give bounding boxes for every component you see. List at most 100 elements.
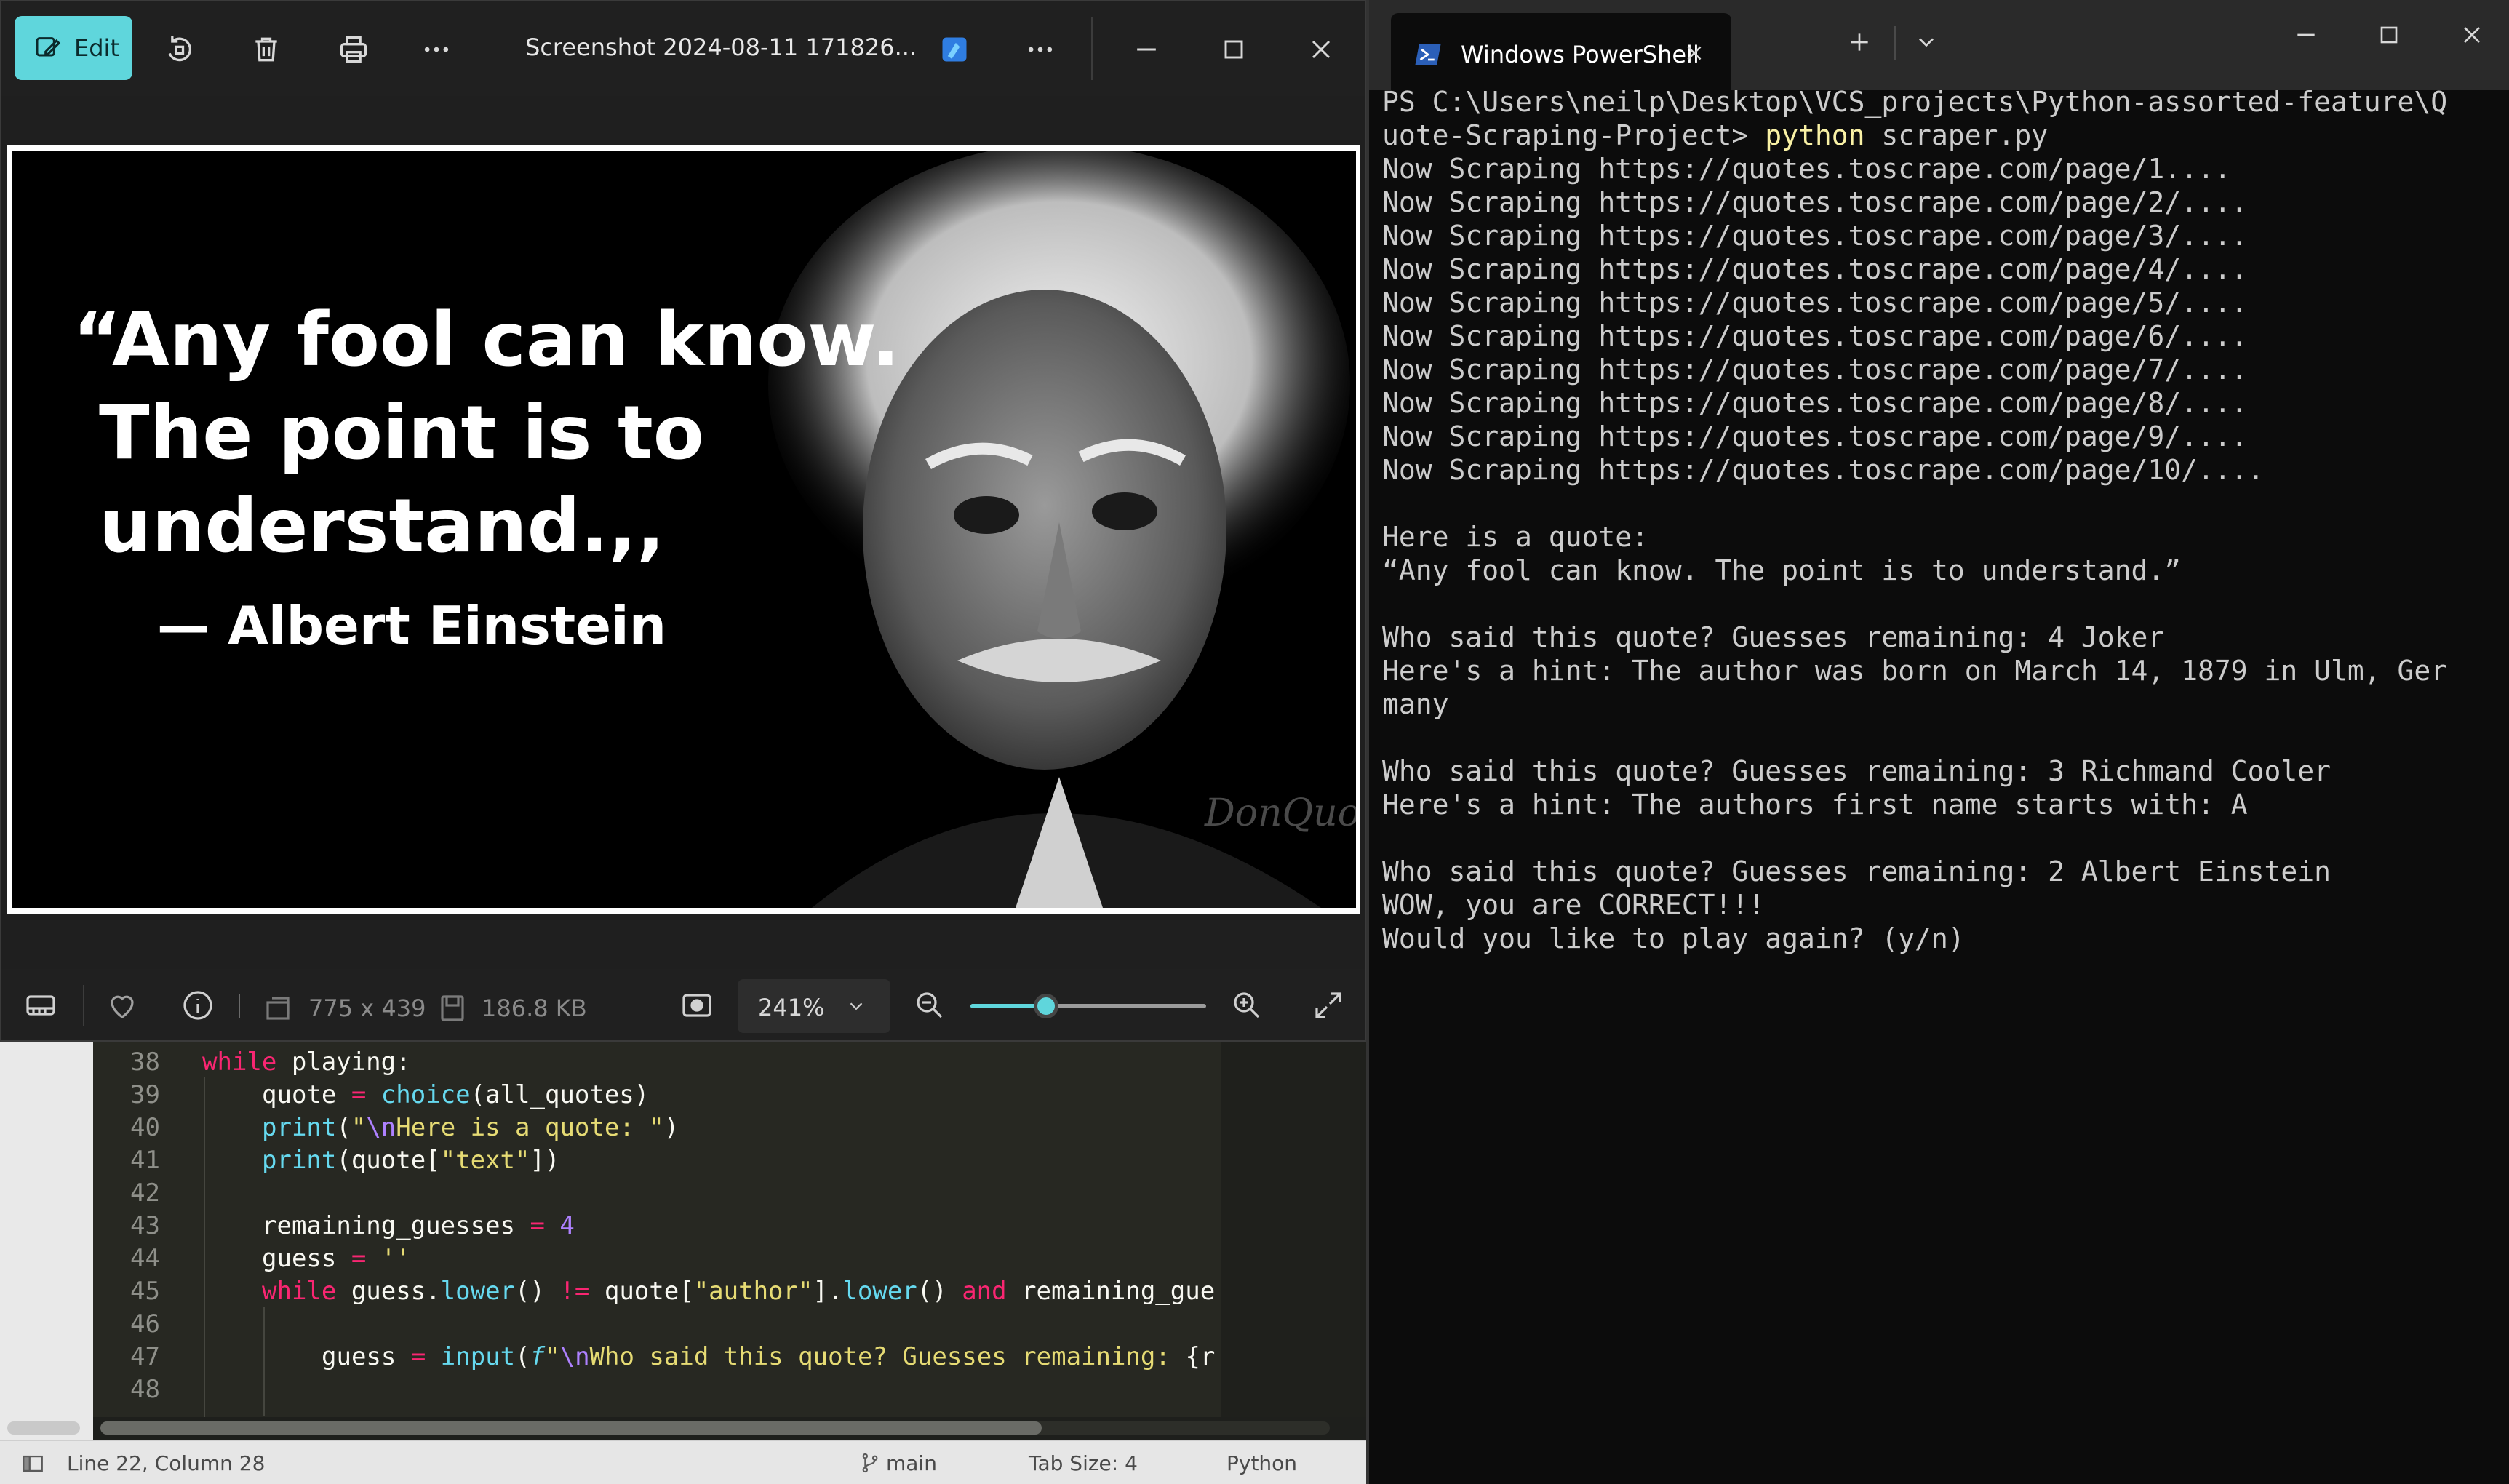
quote-line: understand.,, [99,483,665,570]
sidebar-toggle-icon[interactable] [20,1451,45,1476]
einstein-quote-image: “Any fool can know. The point is to unde… [12,151,1356,908]
code-token: ( [515,1342,530,1371]
fullscreen-icon[interactable] [1311,988,1346,1023]
minimap[interactable] [1221,1042,1366,1417]
terminal-line: Here is a quote: [1382,521,1649,553]
image-canvas: “Any fool can know. The point is to unde… [7,145,1360,914]
line-number: 47 [130,1342,160,1371]
powershell-window: Windows PowerShell PS C:\Users\neilp\Des… [1366,0,2509,1484]
code-token: = [410,1342,426,1371]
terminal-line: Now Scraping https://quotes.toscrape.com… [1382,186,2248,218]
tab-powershell[interactable]: Windows PowerShell [1391,13,1731,90]
print-icon[interactable] [333,29,374,70]
chevron-down-icon[interactable] [1913,29,1939,55]
terminal-line: Who said this quote? Guesses remaining: … [1382,755,2332,787]
code-token: (quote[ [336,1146,441,1175]
more-options-icon[interactable] [416,29,457,70]
designer-app-icon[interactable] [934,29,975,70]
code-token: guess [322,1342,411,1371]
code-token: = [530,1211,545,1240]
rotate-icon[interactable] [159,29,199,70]
zoom-level-dropdown[interactable]: 241% [738,979,890,1033]
close-icon[interactable] [1301,29,1341,70]
line-number: 45 [130,1277,160,1306]
edit-button[interactable]: Edit [15,16,132,80]
language-mode[interactable]: Python [1226,1451,1297,1475]
git-branch[interactable]: main [886,1451,937,1475]
code-token: playing: [276,1048,411,1077]
editor-side-panel [0,1042,93,1440]
code-token: "text" [440,1146,530,1175]
minimize-icon[interactable] [2291,20,2321,49]
code-token: ) [663,1113,679,1142]
more-options-icon[interactable] [1020,29,1061,70]
chevron-down-icon [845,995,867,1017]
code-area[interactable]: while playing: quote = choice(all_quotes… [188,1042,1221,1417]
code-token: remaining_guesses [262,1211,530,1240]
favorite-heart-icon[interactable] [105,988,140,1023]
file-size-icon [435,991,464,1021]
code-token: = [351,1080,367,1109]
prompt-command: python [1765,119,1865,151]
code-token: '' [366,1244,411,1273]
terminal-titlebar: Windows PowerShell [1369,0,2509,90]
code-token: lower [440,1277,516,1306]
quote-line: “Any fool can know. [73,297,900,383]
code-token: remaining_gue [1006,1277,1216,1306]
line-number: 44 [130,1244,160,1273]
viewer-bottom-toolbar: 775 x 439 186.8 KB 241% [1,969,1365,1040]
zoom-out-icon[interactable] [912,988,947,1023]
zoom-in-icon[interactable] [1229,988,1264,1023]
indent-guide [204,1077,205,1417]
terminal-line: Who said this quote? Guesses remaining: … [1382,621,2165,653]
code-token: "author" [693,1277,813,1306]
delete-icon[interactable] [246,29,287,70]
code-token: () [917,1277,962,1306]
terminal-line: Who said this quote? Guesses remaining: … [1382,855,2332,887]
code-token: (all_quotes) [470,1080,650,1109]
terminal-line: Here's a hint: The author was born on Ma… [1382,655,2448,687]
close-icon[interactable] [2457,20,2486,49]
code-token: and [962,1277,1007,1306]
code-token: " [351,1113,367,1142]
edit-button-label: Edit [74,34,119,62]
terminal-line: Now Scraping https://quotes.toscrape.com… [1382,153,2231,185]
maximize-icon[interactable] [1213,29,1254,70]
watermark: DonQuote [1205,791,1356,835]
tab-size[interactable]: Tab Size: 4 [1029,1451,1138,1475]
horizontal-scrollbar-thumb[interactable] [100,1421,1042,1435]
code-line: while guess.lower() != quote["author"].l… [262,1277,1215,1306]
maximize-icon[interactable] [2374,20,2404,49]
git-branch-icon [858,1451,882,1475]
terminal-line: Now Scraping https://quotes.toscrape.com… [1382,320,2248,352]
toolbar-divider [83,985,84,1026]
info-icon[interactable] [180,988,215,1023]
terminal-line: Here's a hint: The authors first name st… [1382,789,2248,821]
terminal-line: Now Scraping https://quotes.toscrape.com… [1382,220,2248,252]
quote-line: The point is to [99,390,704,476]
minimize-icon[interactable] [1126,29,1167,70]
code-token: Here is a quote: " [396,1113,664,1142]
code-line: print("\nHere is a quote: ") [262,1113,679,1142]
close-tab-icon[interactable] [1682,41,1707,65]
dimensions-icon [260,991,290,1020]
code-token: 4 [544,1211,575,1240]
filmstrip-icon[interactable] [23,988,58,1023]
screenshot-region-icon[interactable] [679,988,714,1023]
code-token: {r [1185,1342,1216,1371]
new-tab-icon[interactable] [1845,28,1874,57]
zoom-slider-thumb[interactable] [1033,994,1058,1018]
editor-status-bar: Line 22, Column 28 main Tab Size: 4 Pyth… [0,1440,1366,1484]
code-token: while [262,1277,337,1306]
cursor-position[interactable]: Line 22, Column 28 [67,1451,265,1475]
code-token: print [262,1146,337,1175]
side-panel-scrollbar[interactable] [7,1421,80,1435]
viewer-titlebar: Edit Screenshot 2024-08-11 171826... [1,1,1365,96]
code-token: ]. [813,1277,843,1306]
code-token: \n [559,1342,590,1371]
terminal-line: many [1382,688,1449,720]
code-line: guess = input(f"\nWho said this quote? G… [322,1342,1215,1371]
code-editor: 38 39 40 41 42 43 44 45 46 47 48 while p… [0,1042,1366,1484]
powershell-icon [1413,39,1443,70]
quote-author: — Albert Einstein [157,595,666,656]
